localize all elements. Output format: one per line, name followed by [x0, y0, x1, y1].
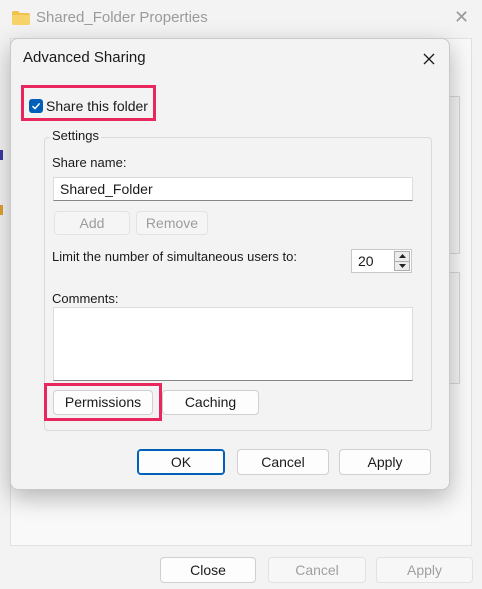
- properties-title-bar: Shared_Folder Properties ✕: [0, 0, 482, 38]
- settings-legend: Settings: [50, 128, 101, 143]
- share-name-label: Share name:: [52, 155, 127, 170]
- share-folder-checkbox-row[interactable]: Share this folder: [29, 95, 148, 117]
- properties-apply-button[interactable]: Apply: [376, 557, 473, 583]
- cancel-button[interactable]: Cancel: [237, 449, 329, 475]
- checkmark-icon: [31, 102, 41, 110]
- limit-users-label: Limit the number of simultaneous users t…: [52, 249, 297, 264]
- caching-button[interactable]: Caching: [162, 390, 259, 415]
- properties-close-button[interactable]: Close: [160, 557, 256, 583]
- ok-button[interactable]: OK: [137, 449, 225, 475]
- folder-icon: [12, 11, 30, 25]
- comments-label: Comments:: [52, 291, 119, 306]
- properties-window-title: Shared_Folder Properties: [36, 9, 208, 26]
- dialog-close-icon[interactable]: [417, 47, 441, 71]
- spin-down-icon[interactable]: [394, 260, 410, 271]
- properties-cancel-button[interactable]: Cancel: [268, 557, 366, 583]
- dialog-title: Advanced Sharing: [23, 49, 146, 66]
- advanced-sharing-dialog: Advanced Sharing Share this folder Setti…: [10, 38, 450, 490]
- user-limit-value: 20: [358, 253, 374, 269]
- remove-button[interactable]: Remove: [136, 211, 208, 235]
- apply-button[interactable]: Apply: [339, 449, 431, 475]
- background-edge-mark: [0, 150, 3, 160]
- background-edge-mark: [0, 205, 3, 215]
- spin-up-icon[interactable]: [394, 251, 410, 261]
- share-name-input[interactable]: [53, 177, 413, 201]
- add-button[interactable]: Add: [54, 211, 130, 235]
- share-folder-checkbox[interactable]: [29, 99, 43, 113]
- properties-close-icon[interactable]: ✕: [454, 8, 469, 26]
- share-folder-label: Share this folder: [46, 98, 148, 114]
- user-limit-spinner[interactable]: 20: [351, 249, 412, 273]
- comments-textarea[interactable]: [53, 307, 413, 381]
- permissions-button[interactable]: Permissions: [53, 390, 153, 415]
